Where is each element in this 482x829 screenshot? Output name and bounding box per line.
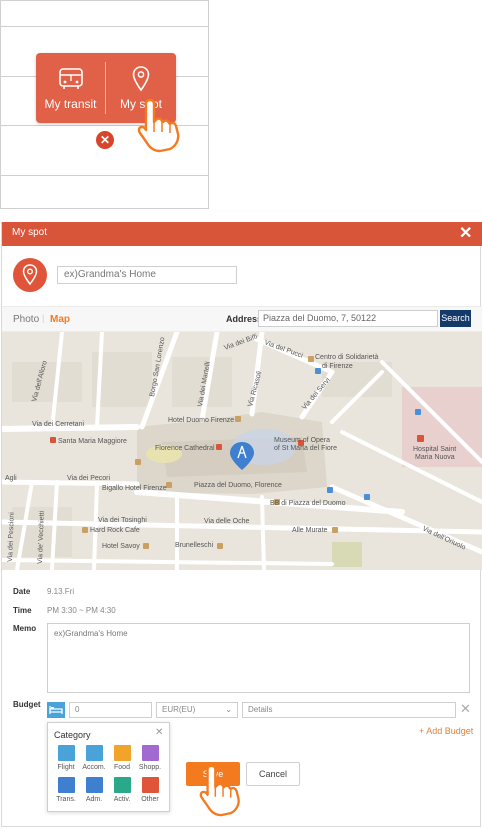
location-pin-icon xyxy=(132,66,150,92)
map-label: Centro di Solidarietà xyxy=(315,354,379,361)
map-label: Florence Cathedral xyxy=(155,445,215,452)
budget-category-button[interactable] xyxy=(47,702,65,718)
map-label: BB di Piazza del Duomo xyxy=(270,500,346,507)
chevron-down-icon: ⌄ xyxy=(225,705,232,714)
close-icon[interactable]: ✕ xyxy=(459,223,472,243)
category-item[interactable]: Shopp. xyxy=(137,745,163,771)
date-value: 9.13.Fri xyxy=(47,587,75,596)
spot-name-input[interactable]: ex)Grandma's Home xyxy=(57,266,237,284)
category-item-label: Accom. xyxy=(82,764,106,771)
category-item-label: Other xyxy=(141,796,159,803)
budget-label: Budget xyxy=(13,700,41,709)
currency-select[interactable]: EUR(EU) ⌄ xyxy=(156,702,238,718)
map-label: Agli xyxy=(5,475,17,482)
dialog-title: My spot xyxy=(12,227,48,238)
budget-amount-input[interactable]: 0 xyxy=(69,702,152,718)
category-item-label: Flight xyxy=(57,764,75,771)
category-item[interactable]: Trans. xyxy=(53,777,79,803)
tab-map[interactable]: Map xyxy=(50,314,70,325)
remove-budget-icon[interactable]: ✕ xyxy=(460,701,471,717)
memo-textarea[interactable]: ex)Grandma's Home xyxy=(47,623,470,693)
address-label: Address xyxy=(226,314,263,324)
category-title: Category xyxy=(54,730,91,740)
pin-icon xyxy=(141,777,159,793)
map-label: Maria Nuova xyxy=(415,454,455,461)
bed-icon xyxy=(49,706,63,714)
demo-divider xyxy=(0,26,209,27)
tap-hand-icon xyxy=(137,98,180,153)
map-label: Hospital Saint xyxy=(413,446,456,453)
map-label: Via delle Oche xyxy=(204,518,250,525)
category-item-label: Adm. xyxy=(85,796,103,803)
map-label: Museum of Opera xyxy=(274,437,330,444)
map-label: di Firenze xyxy=(322,363,353,370)
map-label: of St Maria del Fiore xyxy=(274,445,337,452)
location-pin-icon xyxy=(22,264,38,286)
category-item[interactable]: Activ. xyxy=(109,777,135,803)
activity-icon xyxy=(113,777,131,793)
tab-separator: | xyxy=(42,313,45,323)
category-item-label: Trans. xyxy=(56,796,76,803)
my-transit-label: My transit xyxy=(44,97,97,111)
bus-icon xyxy=(59,68,83,89)
demo-divider xyxy=(0,175,209,176)
close-icon[interactable]: ✕ xyxy=(155,727,163,738)
map-label: Via dei Tosinghi xyxy=(98,517,147,524)
bus-icon xyxy=(57,777,75,793)
add-budget-link[interactable]: + Add Budget xyxy=(419,726,473,736)
category-item-label: Food xyxy=(114,764,130,771)
my-transit-button[interactable]: My transit xyxy=(36,53,105,123)
cancel-button[interactable]: Cancel xyxy=(246,762,300,786)
category-item-label: Shopp. xyxy=(138,764,162,771)
category-item[interactable]: Food xyxy=(109,745,135,771)
address-input[interactable]: Piazza del Duomo, 7, 50122 xyxy=(258,310,438,327)
category-item[interactable]: Other xyxy=(137,777,163,803)
map-label: Hotel Duomo Firenze xyxy=(168,417,234,424)
map-label: Piazza del Duomo, Florence xyxy=(194,482,282,489)
shopping-icon xyxy=(141,745,159,761)
tab-photo[interactable]: Photo xyxy=(13,314,39,325)
search-button[interactable]: Search xyxy=(440,310,471,327)
category-popup: Category ✕ Flight Accom. Food Shopp. Trans. A… xyxy=(47,722,170,812)
map-label: Hotel Savoy xyxy=(102,543,140,550)
map-label: Santa Maria Maggiore xyxy=(58,438,127,445)
spot-type-icon[interactable] xyxy=(13,258,47,292)
time-value: PM 3:30 ~ PM 4:30 xyxy=(47,606,116,615)
map-label: Bigallo Hotel Firenze xyxy=(102,485,167,492)
map-view[interactable]: Via del Pucci Via dei Biffi Via dei Mart… xyxy=(2,332,482,570)
memo-label: Memo xyxy=(13,624,37,633)
tap-hand-icon xyxy=(199,764,240,817)
category-item[interactable]: Adm. xyxy=(81,777,107,803)
map-label: Hard Rock Cafe xyxy=(90,527,140,534)
food-icon xyxy=(113,745,131,761)
map-label: Alle Murate xyxy=(292,527,328,534)
category-item[interactable]: Accom. xyxy=(81,745,107,771)
budget-details-input[interactable]: Details xyxy=(242,702,456,718)
bed-icon xyxy=(85,745,103,761)
dialog-header: My spot ✕ xyxy=(2,222,482,246)
date-label: Date xyxy=(13,587,31,596)
currency-value: EUR(EU) xyxy=(162,705,196,714)
map-label: Via dei Cerretani xyxy=(32,421,84,428)
map-label: Via dei Pecori xyxy=(67,475,111,482)
flight-icon xyxy=(57,745,75,761)
category-item[interactable]: Flight xyxy=(53,745,79,771)
category-item-label: Activ. xyxy=(113,796,131,803)
close-popup-icon[interactable]: ✕ xyxy=(96,131,114,149)
map-canvas: Via del Pucci Via dei Biffi Via dei Mart… xyxy=(2,332,482,570)
map-label: Brunelleschi xyxy=(175,542,214,549)
ticket-icon xyxy=(85,777,103,793)
time-label: Time xyxy=(13,606,32,615)
my-spot-dialog: My spot ✕ ex)Grandma's Home Photo | Map … xyxy=(1,222,482,827)
